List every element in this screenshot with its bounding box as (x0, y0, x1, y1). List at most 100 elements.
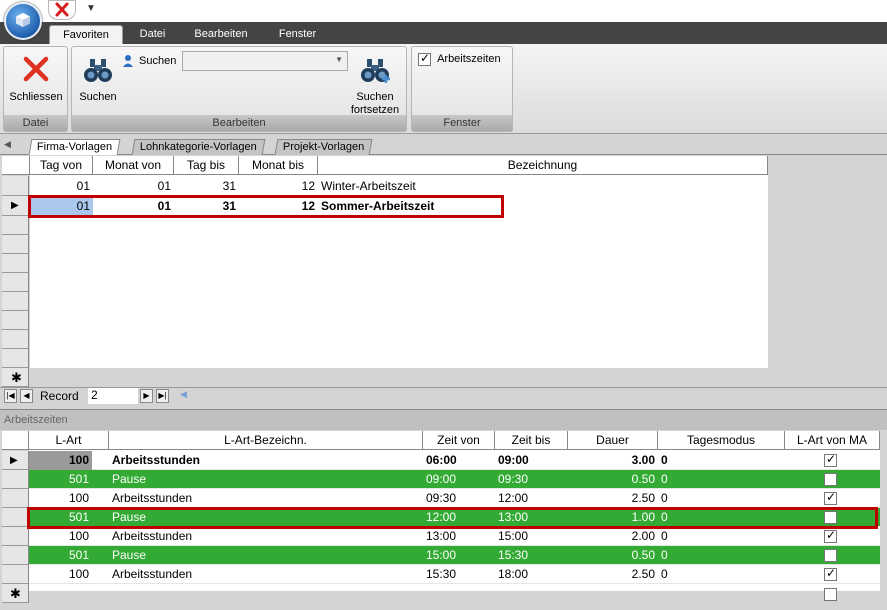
column-header-tag-bis[interactable]: Tag bis (174, 156, 239, 175)
cell-dauer[interactable]: 0.50 (568, 546, 658, 565)
cell-lart-bezeichn[interactable]: Arbeitsstunden (109, 527, 423, 546)
cell-lart[interactable]: 100 (29, 527, 92, 546)
row-selector[interactable] (2, 176, 29, 196)
cell-lart-bezeichn[interactable]: Arbeitsstunden (109, 489, 423, 508)
arbeitszeiten-checkbox[interactable]: Arbeitszeiten (418, 51, 501, 66)
cell-lart[interactable]: 501 (29, 470, 92, 489)
new-row-checkbox[interactable] (824, 588, 837, 601)
new-row-selector[interactable]: ✱ (2, 368, 29, 387)
column-header-tagesmodus[interactable]: Tagesmodus (658, 431, 785, 450)
row-selector[interactable] (2, 508, 29, 527)
search-combo[interactable]: ▼ (182, 51, 348, 71)
row-selector[interactable] (2, 349, 29, 368)
cell-monat-von[interactable]: 01 (93, 177, 174, 196)
row-selector[interactable] (2, 311, 29, 330)
tab-projekt-vorlagen[interactable]: Projekt-Vorlagen (274, 139, 373, 155)
new-row-selector[interactable]: ✱ (2, 584, 29, 603)
column-header-lart-bezeichn[interactable]: L-Art-Bezeichn. (109, 431, 423, 450)
cell-tagesmodus[interactable]: 0 (658, 470, 785, 489)
cell-tagesmodus[interactable]: 0 (658, 489, 785, 508)
cell-bezeichnung[interactable]: Winter-Arbeitszeit (318, 177, 768, 196)
cell-dauer[interactable]: 3.00 (568, 451, 658, 470)
cell-lart-bezeichn[interactable]: Pause (109, 470, 423, 489)
row-selector-current[interactable]: ▶ (2, 451, 29, 470)
cell-lart[interactable]: 100 (29, 451, 92, 470)
row-selector[interactable] (2, 330, 29, 349)
cell-zeit-von[interactable]: 09:30 (423, 489, 495, 508)
cell-tag-von[interactable]: 01 (30, 177, 93, 196)
tab-datei[interactable]: Datei (130, 25, 175, 44)
row-selector[interactable] (2, 254, 29, 273)
column-header-monat-bis[interactable]: Monat bis (239, 156, 318, 175)
cell-monat-bis[interactable]: 12 (239, 177, 318, 196)
row-selector[interactable] (2, 273, 29, 292)
cell-tag-von[interactable]: 01 (30, 197, 93, 216)
cell-tag-bis[interactable]: 31 (174, 197, 239, 216)
cell-tagesmodus[interactable]: 0 (658, 546, 785, 565)
cell-tagesmodus[interactable]: 0 (658, 508, 785, 527)
row-selector-current[interactable]: ▶ (2, 196, 29, 216)
cell-dauer[interactable]: 0.50 (568, 470, 658, 489)
cell-lart[interactable]: 501 (29, 508, 92, 527)
cell-zeit-von[interactable]: 15:30 (423, 565, 495, 584)
cell-zeit-von[interactable]: 15:00 (423, 546, 495, 565)
lart-von-ma-checkbox[interactable] (824, 490, 837, 505)
lart-von-ma-checkbox[interactable] (824, 528, 837, 543)
record-number-input[interactable]: 2 (88, 388, 138, 404)
row-selector[interactable] (2, 565, 29, 584)
next-record-icon[interactable]: ▶ (140, 389, 153, 403)
row-selector[interactable] (2, 527, 29, 546)
row-selector[interactable] (2, 235, 29, 254)
last-record-icon[interactable]: ▶| (156, 389, 169, 403)
chevron-down-icon[interactable]: ▼ (335, 55, 343, 64)
row-selector[interactable] (2, 292, 29, 311)
row-selector[interactable] (2, 489, 29, 508)
cell-dauer[interactable]: 1.00 (568, 508, 658, 527)
lart-von-ma-checkbox[interactable] (824, 473, 837, 486)
search-button[interactable]: Suchen (74, 53, 122, 104)
previous-record-icon[interactable]: ◀ (20, 389, 33, 403)
cell-zeit-bis[interactable]: 18:00 (495, 565, 568, 584)
lart-von-ma-checkbox[interactable] (824, 549, 837, 562)
lart-von-ma-checkbox[interactable] (824, 566, 837, 581)
row-selector[interactable] (2, 216, 29, 235)
cell-tagesmodus[interactable]: 0 (658, 565, 785, 584)
cell-monat-bis[interactable]: 12 (239, 197, 318, 216)
quick-access-close-button[interactable] (48, 0, 76, 20)
scroll-left-icon[interactable]: ◀ (180, 389, 187, 400)
lart-von-ma-checkbox[interactable] (824, 452, 837, 467)
column-header-monat-von[interactable]: Monat von (93, 156, 174, 175)
cell-lart[interactable]: 100 (29, 489, 92, 508)
column-header-bezeichnung[interactable]: Bezeichnung (318, 156, 768, 175)
cell-dauer[interactable]: 2.50 (568, 489, 658, 508)
cell-zeit-von[interactable]: 13:00 (423, 527, 495, 546)
cell-zeit-bis[interactable]: 15:30 (495, 546, 568, 565)
cell-zeit-bis[interactable]: 15:00 (495, 527, 568, 546)
cell-tag-bis[interactable]: 31 (174, 177, 239, 196)
cell-lart-bezeichn[interactable]: Pause (109, 546, 423, 565)
column-header-zeit-bis[interactable]: Zeit bis (495, 431, 568, 450)
column-header-dauer[interactable]: Dauer (568, 431, 658, 450)
cell-bezeichnung[interactable]: Sommer-Arbeitszeit (318, 197, 768, 216)
cell-zeit-bis[interactable]: 13:00 (495, 508, 568, 527)
lart-von-ma-checkbox[interactable] (824, 511, 837, 524)
cell-zeit-von[interactable]: 12:00 (423, 508, 495, 527)
row-selector[interactable] (2, 470, 29, 489)
cell-lart-bezeichn[interactable]: Pause (109, 508, 423, 527)
close-button[interactable]: Schliessen (7, 53, 65, 104)
cell-lart[interactable]: 100 (29, 565, 92, 584)
cell-lart-bezeichn[interactable]: Arbeitsstunden (109, 451, 423, 470)
quick-access-menu-icon[interactable]: ▼ (86, 3, 96, 14)
application-menu-button[interactable] (4, 2, 42, 40)
cell-dauer[interactable]: 2.00 (568, 527, 658, 546)
cell-lart[interactable]: 501 (29, 546, 92, 565)
cell-zeit-bis[interactable]: 09:30 (495, 470, 568, 489)
arbeitszeiten-check[interactable] (418, 51, 431, 66)
search-continue-button[interactable]: Suchen fortsetzen (344, 53, 406, 117)
column-header-zeit-von[interactable]: Zeit von (423, 431, 495, 450)
row-selector[interactable] (2, 546, 29, 565)
scroll-left-icon[interactable]: ◀ (4, 139, 11, 150)
cell-dauer[interactable]: 2.50 (568, 565, 658, 584)
tab-lohnkategorie-vorlagen[interactable]: Lohnkategorie-Vorlagen (131, 139, 266, 155)
column-header-lart-von-ma[interactable]: L-Art von MA (785, 431, 880, 450)
